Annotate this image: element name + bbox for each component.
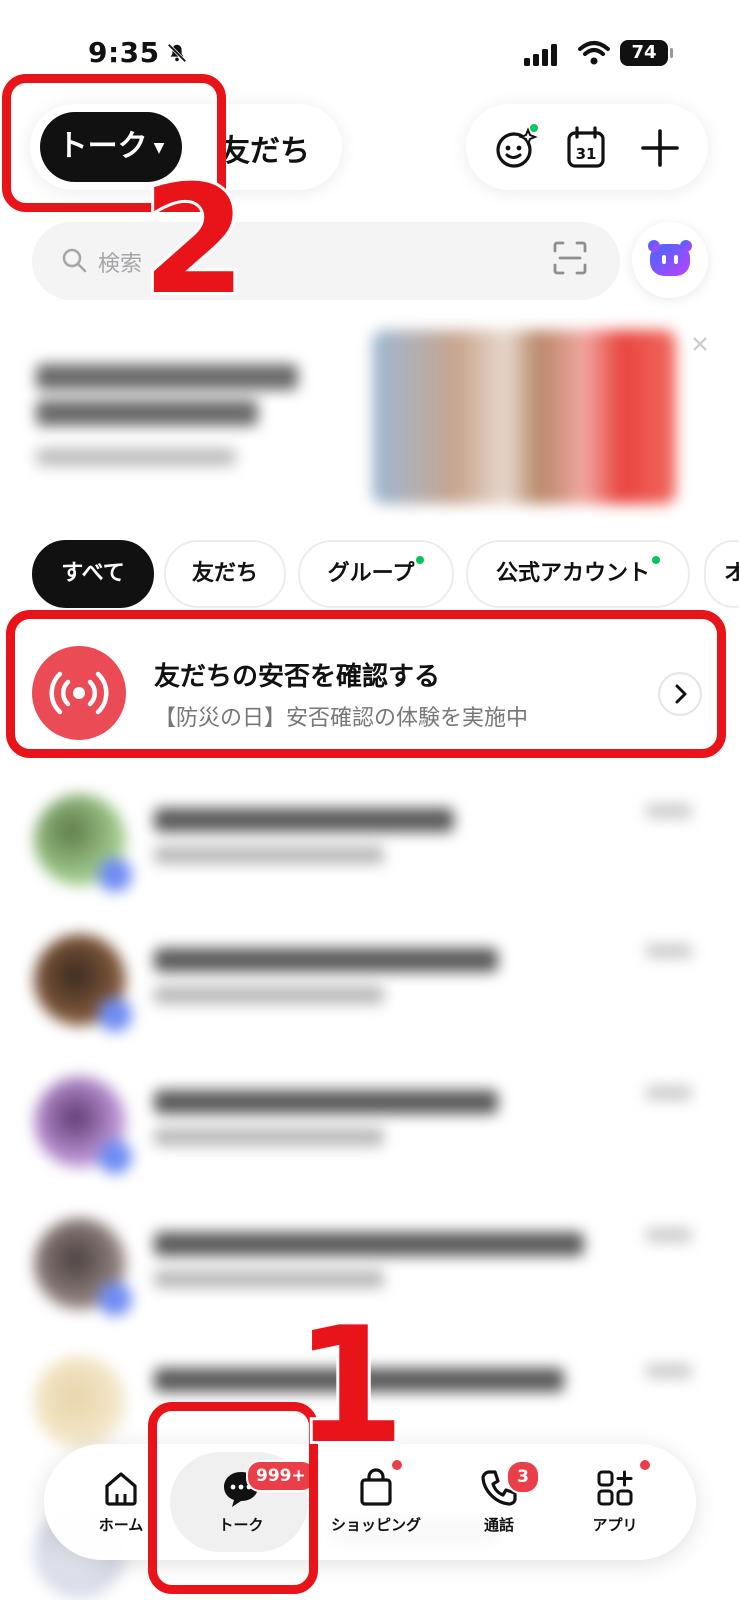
- cellular-signal-icon: [524, 44, 557, 66]
- filter-chip-label: 公式アカウント: [495, 561, 650, 586]
- ad-meta-line: [36, 448, 236, 466]
- chat-preview: [154, 1128, 384, 1146]
- wifi-icon: [578, 41, 610, 65]
- add-icon[interactable]: [636, 124, 684, 172]
- home-icon: [105, 1472, 137, 1506]
- status-time: 9:35: [88, 36, 160, 69]
- search-icon: [62, 248, 87, 273]
- nav-shopping-label: ショッピング: [330, 1516, 421, 1534]
- filter-chip-label: オ: [724, 561, 739, 586]
- filter-chip-label: 友だち: [191, 561, 258, 586]
- annotation-step-1: 1: [291, 1292, 408, 1479]
- chat-list-item[interactable]: [0, 1062, 739, 1182]
- chat-list-item[interactable]: [0, 920, 739, 1040]
- chat-badge: [98, 1282, 132, 1316]
- ad-text-line: [36, 364, 298, 390]
- chat-badge: [98, 1140, 132, 1174]
- chat-title: [154, 808, 454, 832]
- chat-time: [646, 1364, 692, 1378]
- chat-badge: [98, 858, 132, 892]
- battery-indicator: 74: [620, 40, 673, 66]
- svg-text:31: 31: [576, 145, 597, 163]
- ad-close-icon[interactable]: [690, 334, 710, 354]
- filter-chip-label: グループ: [327, 561, 415, 586]
- chat-time: [646, 1228, 692, 1242]
- ai-bot-icon: [648, 240, 692, 276]
- chat-badge: [98, 998, 132, 1032]
- chat-time: [646, 1086, 692, 1100]
- chat-title: [154, 1090, 498, 1114]
- annotation-box-talk-nav: [148, 1402, 318, 1594]
- chat-avatar: [34, 1356, 126, 1448]
- calls-missed-badge: 3: [506, 1460, 540, 1494]
- filter-chip-friends[interactable]: 友だち: [164, 540, 286, 608]
- new-dot-indicator: [416, 556, 425, 564]
- annotation-step-2: 2: [139, 154, 249, 328]
- sticker-face-icon[interactable]: [492, 124, 540, 172]
- chat-title: [154, 948, 498, 972]
- chat-time: [646, 804, 692, 818]
- annotation-box-safety-check: [6, 610, 726, 758]
- bell-muted-icon: [167, 43, 187, 63]
- apps-grid-icon: [597, 1470, 633, 1506]
- new-dot-indicator: [652, 556, 660, 564]
- search-input[interactable]: 検索: [98, 246, 142, 278]
- chat-title: [154, 1232, 584, 1256]
- filter-chip-groups[interactable]: グループ: [298, 540, 454, 608]
- nav-apps-label: アプリ: [592, 1516, 638, 1534]
- chat-time: [646, 944, 692, 958]
- filter-chip-label: すべて: [61, 561, 125, 586]
- chat-list-item[interactable]: [0, 780, 739, 900]
- nav-apps[interactable]: アプリ: [560, 1462, 670, 1552]
- chat-preview: [154, 986, 384, 1004]
- qr-scan-icon[interactable]: [552, 240, 588, 276]
- ad-text-line: [36, 400, 258, 426]
- calendar-icon[interactable]: 31: [562, 124, 610, 172]
- chat-preview: [154, 846, 384, 864]
- ad-image[interactable]: [372, 330, 676, 504]
- apps-new-dot: [640, 1460, 650, 1470]
- chat-preview: [154, 1270, 384, 1288]
- filter-chip-official-accounts[interactable]: 公式アカウント: [466, 540, 690, 608]
- filter-chip-all[interactable]: すべて: [32, 540, 154, 608]
- ai-assistant-button[interactable]: [632, 222, 708, 298]
- filter-chip-more[interactable]: オ: [704, 540, 739, 608]
- nav-calls-label: 通話: [483, 1516, 514, 1534]
